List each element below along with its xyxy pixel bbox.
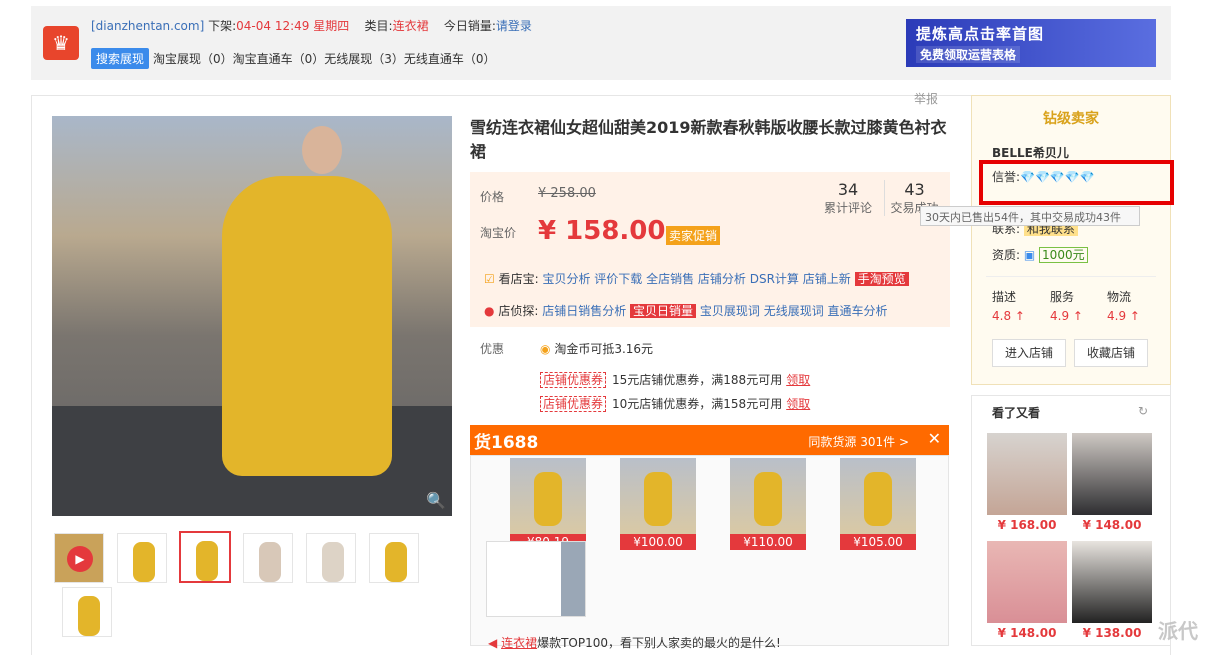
close-icon[interactable]: ✕ <box>928 429 941 448</box>
daily-sales-button[interactable]: 宝贝日销量 <box>630 304 697 318</box>
recommend-item[interactable]: ¥ 148.00 <box>987 541 1067 640</box>
thumb-image[interactable] <box>62 587 112 637</box>
taobao-price-label: 淘宝价 <box>480 226 517 240</box>
recommend-item[interactable]: ¥ 168.00 <box>987 433 1067 532</box>
source-item[interactable]: ¥80.19 <box>510 458 586 550</box>
zoom-icon[interactable]: 🔍 <box>426 491 446 510</box>
banner-subline: 免费领取运营表格 <box>916 46 1021 63</box>
dianzhentan-logo-icon[interactable]: ♛ <box>43 26 79 60</box>
recommend-item[interactable]: ¥ 138.00 <box>1072 541 1152 640</box>
search-exposure-tag[interactable]: 搜索展现 <box>91 48 150 69</box>
thumb-image[interactable] <box>306 533 356 583</box>
coupon-row: 店铺优惠券 15元店铺优惠券，满188元可用 领取 <box>540 371 810 388</box>
play-icon[interactable]: ▶ <box>67 546 93 572</box>
main-product-image[interactable]: 🔍 <box>52 116 452 516</box>
thumb-image[interactable] <box>117 533 167 583</box>
id-card-icon: ▣ <box>1023 248 1036 262</box>
kandianbao-tools: ☑ 看店宝: 宝贝分析 评价下载 全店销售 店铺分析 DSR计算 店铺上新 手淘… <box>484 270 909 287</box>
sales-label: 今日销量: <box>443 19 496 33</box>
qualification-row: 资质: ▣ 1000元 <box>992 246 1088 263</box>
top100-line[interactable]: ◀ 连衣裙爆款TOP100，看下别人家卖的最火的是什么! <box>488 634 781 651</box>
recommend-item[interactable]: ¥ 148.00 <box>1072 433 1152 532</box>
promo-badge: 卖家促销 <box>666 226 721 245</box>
favorite-shop-button[interactable]: 收藏店铺 <box>1074 339 1148 367</box>
source-item[interactable]: ¥100.00 <box>620 458 696 550</box>
image-yellow-dress <box>222 176 392 476</box>
mobile-preview-button[interactable]: 手淘预览 <box>854 272 909 286</box>
logo-1688: 货1688 <box>474 433 539 453</box>
review-count[interactable]: 34 累计评论 <box>818 180 878 216</box>
enter-shop-button[interactable]: 进入店铺 <box>992 339 1066 367</box>
report-link[interactable]: 举报 <box>914 90 938 107</box>
score-service: 服务 4.9 ↑ <box>1050 290 1083 323</box>
watermark: 派代 <box>1158 619 1198 643</box>
exposure-stats: 淘宝展现（0）淘宝直通车（0）无线展现（3）无线直通车（0） <box>153 52 496 66</box>
score-logistics: 物流 4.9 ↑ <box>1107 290 1140 323</box>
refresh-icon[interactable]: ↻ <box>1138 404 1148 418</box>
image-model-head <box>302 126 342 174</box>
category-label: 类目: <box>364 19 393 33</box>
highlight-box <box>979 160 1174 205</box>
source-item[interactable]: ¥105.00 <box>840 458 916 550</box>
coin-icon: ◉ <box>540 342 551 356</box>
category-value: 连衣裙 <box>392 19 429 33</box>
speaker-icon: ◀ <box>488 636 498 650</box>
banner-headline: 提炼高点击率首图 <box>916 25 1045 43</box>
discount-label: 优惠 <box>480 342 505 356</box>
price-box: 价格 ¥ 258.00 淘宝价 ¥ 158.00 卖家促销 34 累计评论 43 交… <box>470 172 950 327</box>
claim-coupon-link[interactable]: 领取 <box>786 373 810 387</box>
promo-banner[interactable]: 提炼高点击率首图 免费领取运营表格 <box>906 19 1156 67</box>
login-link[interactable]: 请登录 <box>496 19 532 33</box>
product-title: 雪纺连衣裙仙女超仙甜美2019新款春秋韩版收腰长款过膝黄色衬衣裙 <box>470 118 947 161</box>
shop-name[interactable]: BELLE希贝儿 <box>992 144 1069 161</box>
deposit-badge: 1000元 <box>1039 247 1088 263</box>
thumb-image[interactable] <box>369 533 419 583</box>
see-again-title: 看了又看 <box>992 406 1041 420</box>
original-price: ¥ 258.00 <box>538 186 596 201</box>
dianzhentan-tools: ● 店侦探: 店铺日销售分析 宝贝日销量 宝贝展现词 无线展现词 直通车分析 <box>484 304 888 318</box>
shelf-label: 下架: <box>208 19 237 33</box>
source-1688-bar: 货1688 同款货源 301件 > ✕ <box>470 425 949 455</box>
info-line: [dianzhentan.com] 下架:04-04 12:49 星期四 类目:… <box>91 17 532 34</box>
price-label: 价格 <box>480 190 505 204</box>
thumb-video[interactable]: ▶ <box>54 533 104 583</box>
exposure-line: 搜索展现 淘宝展现（0）淘宝直通车（0）无线展现（3）无线直通车（0） <box>91 48 496 69</box>
coin-discount: ◉ 淘金币可抵3.16元 <box>540 342 654 356</box>
thumb-image-selected[interactable] <box>179 531 231 583</box>
same-source-link[interactable]: 同款货源 301件 > <box>808 433 909 450</box>
source-item-blank[interactable] <box>486 541 586 617</box>
shop-sales-link[interactable]: 店铺日销售分析 <box>542 304 626 318</box>
source-item[interactable]: ¥110.00 <box>730 458 806 550</box>
top-info-bar: ♛ [dianzhentan.com] 下架:04-04 12:49 星期四 类… <box>31 6 1171 80</box>
analysis-links[interactable]: 宝贝展现词 无线展现词 直通车分析 <box>700 304 888 318</box>
claim-coupon-link[interactable]: 领取 <box>786 397 810 411</box>
seller-card: 钻级卖家 BELLE希贝儿 信誉:💎💎💎💎💎 联系: 和我联系 资质: ▣ 10… <box>971 95 1171 385</box>
coupon-row: 店铺优惠券 10元店铺优惠券，满158元可用 领取 <box>540 395 810 412</box>
seller-level: 钻级卖家 <box>1043 111 1099 127</box>
kandianbao-links[interactable]: 宝贝分析 评价下载 全店销售 店铺分析 DSR计算 店铺上新 <box>542 272 850 286</box>
sales-tooltip: 30天内已售出54件，其中交易成功43件 <box>920 206 1140 226</box>
thumb-image[interactable] <box>243 533 293 583</box>
score-desc: 描述 4.8 ↑ <box>992 290 1025 323</box>
dianzhentan-icon: ● <box>484 304 495 318</box>
site-link[interactable]: [dianzhentan.com] <box>91 19 204 33</box>
current-price: ¥ 158.00 <box>538 216 666 246</box>
kandianbao-icon: ☑ <box>484 272 495 286</box>
shelf-time: 04-04 12:49 星期四 <box>236 19 350 33</box>
